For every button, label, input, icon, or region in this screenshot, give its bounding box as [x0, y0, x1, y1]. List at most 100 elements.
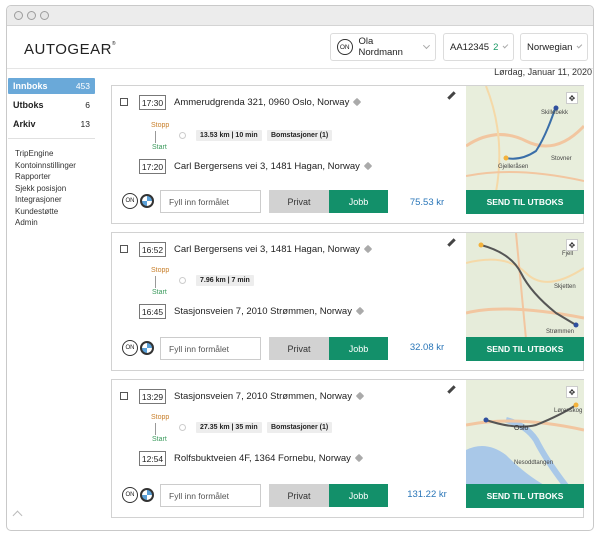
trip-end-time: 12:54: [139, 451, 166, 466]
trip-start-time: 16:52: [139, 242, 166, 257]
window-maximize-dot[interactable]: [40, 11, 49, 20]
trip-card: 17:30 Ammerudgrenda 321, 0960 Oslo, Norw…: [111, 85, 584, 224]
address-text: Carl Bergersens vei 3, 1481 Hagan, Norwa…: [174, 161, 360, 172]
window-minimize-dot[interactable]: [27, 11, 36, 20]
expand-map-icon[interactable]: ✥: [566, 92, 578, 104]
trip-end-address: Rolfsbuktveien 4F, 1364 Fornebu, Norway: [174, 453, 364, 464]
edit-pencil-icon[interactable]: [447, 91, 456, 100]
map-place-label: Stovner: [551, 156, 572, 162]
sidebar-link-rapporter[interactable]: Rapporter: [8, 172, 95, 184]
trip-end-address: Stasjonsveien 7, 2010 Strømmen, Norway: [174, 306, 365, 317]
autogear-logo[interactable]: AUTOGEAR®: [24, 41, 116, 58]
language-select[interactable]: Norwegian: [520, 33, 588, 61]
trip-checkbox[interactable]: [120, 98, 128, 106]
sidebar-item-label: Innboks: [13, 81, 48, 91]
sidebar: Innboks 453 Utboks 6 Arkiv 13 TripEngine…: [8, 78, 95, 230]
stop-label: Stopp: [151, 267, 170, 274]
sidebar-link-kundestotte[interactable]: Kundestøtte: [8, 207, 95, 219]
route-dot-icon: [179, 277, 186, 284]
privat-button[interactable]: Privat: [269, 190, 329, 213]
route-dot-icon: [179, 424, 186, 431]
trip-checkbox[interactable]: [120, 245, 128, 253]
trip-distance-badge: 27.35 km | 35 min: [196, 422, 262, 433]
start-label: Start: [152, 436, 167, 443]
route-map[interactable]: Skillebekk Stovner Gjelleråsen ✥: [466, 86, 584, 192]
user-avatar-icon: ON: [337, 39, 353, 55]
trip-amount: 75.53 kr: [409, 197, 445, 208]
edit-pencil-icon[interactable]: [447, 385, 456, 394]
route-line: [155, 131, 156, 143]
on-brand-icon: ON: [122, 487, 138, 503]
car-brand-icon: [140, 194, 154, 208]
jobb-button[interactable]: Jobb: [329, 484, 388, 507]
trip-end-address: Carl Bergersens vei 3, 1481 Hagan, Norwa…: [174, 161, 373, 172]
user-name: Ola Nordmann: [358, 36, 403, 58]
map-place-label: Lørenskog: [554, 408, 582, 414]
trip-end-time: 17:20: [139, 159, 166, 174]
tag-icon[interactable]: [363, 162, 373, 171]
sidebar-link-kontoinnstillinger[interactable]: Kontoinnstillinger: [8, 161, 95, 173]
privat-button[interactable]: Privat: [269, 337, 329, 360]
purpose-input[interactable]: [160, 337, 261, 360]
route-map[interactable]: Fjell Skjetten Strømmen ✥: [466, 233, 584, 339]
chevron-down-icon: [503, 42, 509, 49]
purpose-input[interactable]: [160, 190, 261, 213]
sidebar-item-utboks[interactable]: Utboks 6: [8, 97, 95, 113]
trip-checkbox[interactable]: [120, 392, 128, 400]
trip-start-time: 17:30: [139, 95, 166, 110]
send-to-outbox-button[interactable]: SEND TIL UTBOKS: [466, 190, 584, 214]
vehicle-select[interactable]: AA12345 2: [443, 33, 514, 61]
tag-icon[interactable]: [355, 392, 365, 401]
sidebar-item-label: Utboks: [13, 100, 44, 110]
vehicle-id: AA12345: [450, 41, 490, 53]
window-titlebar: [7, 6, 593, 26]
sidebar-link-integrasjoner[interactable]: Integrasjoner: [8, 195, 95, 207]
car-brand-icon: [140, 341, 154, 355]
logo-text: AUTOGEAR: [24, 41, 112, 58]
stop-label: Stopp: [151, 414, 170, 421]
map-place-label: Oslo: [514, 425, 529, 432]
trip-amount: 32.08 kr: [409, 342, 445, 353]
tag-icon[interactable]: [355, 307, 365, 316]
trip-start-address: Ammerudgrenda 321, 0960 Oslo, Norway: [174, 97, 362, 108]
user-menu[interactable]: ON Ola Nordmann: [330, 33, 436, 61]
address-text: Ammerudgrenda 321, 0960 Oslo, Norway: [174, 97, 350, 108]
map-place-label: Nesoddtangen: [514, 460, 553, 466]
expand-map-icon[interactable]: ✥: [566, 239, 578, 251]
sidebar-item-label: Arkiv: [13, 119, 36, 129]
trip-end-time: 16:45: [139, 304, 166, 319]
trip-distance-badge: 7.96 km | 7 min: [196, 275, 254, 286]
tag-icon[interactable]: [353, 98, 362, 107]
privat-button[interactable]: Privat: [269, 484, 329, 507]
window-close-dot[interactable]: [14, 11, 23, 20]
sidebar-item-arkiv[interactable]: Arkiv 13: [8, 116, 95, 132]
car-brand-icon: [140, 488, 154, 502]
address-text: Rolfsbuktveien 4F, 1364 Fornebu, Norway: [174, 453, 351, 464]
expand-map-icon[interactable]: ✥: [566, 386, 578, 398]
sidebar-divider: [8, 138, 95, 139]
sidebar-item-count: 13: [80, 119, 90, 129]
sidebar-link-sjekk-posisjon[interactable]: Sjekk posisjon: [8, 184, 95, 196]
sidebar-item-innboks[interactable]: Innboks 453: [8, 78, 95, 94]
toll-badge: Bomstasjoner (1): [267, 130, 333, 141]
jobb-button[interactable]: Jobb: [329, 190, 388, 213]
on-brand-icon: ON: [122, 193, 138, 209]
on-brand-icon: ON: [122, 340, 138, 356]
send-to-outbox-button[interactable]: SEND TIL UTBOKS: [466, 337, 584, 361]
edit-pencil-icon[interactable]: [447, 238, 456, 247]
map-place-label: Gjelleråsen: [498, 163, 528, 170]
address-text: Carl Bergersens vei 3, 1481 Hagan, Norwa…: [174, 244, 360, 255]
chevron-down-icon: [423, 42, 431, 49]
tag-icon[interactable]: [354, 454, 364, 463]
send-to-outbox-button[interactable]: SEND TIL UTBOKS: [466, 484, 584, 508]
tag-icon[interactable]: [363, 245, 373, 254]
jobb-button[interactable]: Jobb: [329, 337, 388, 360]
trip-distance-badge: 13.53 km | 10 min: [196, 130, 262, 141]
sidebar-link-admin[interactable]: Admin: [8, 218, 95, 230]
chevron-down-icon: [577, 42, 583, 49]
map-place-label: Fjell: [562, 251, 573, 257]
route-map[interactable]: Oslo Lørenskog Nesoddtangen ✥: [466, 380, 584, 486]
language-label: Norwegian: [527, 41, 573, 53]
sidebar-link-tripengine[interactable]: TripEngine: [8, 149, 95, 161]
purpose-input[interactable]: [160, 484, 261, 507]
